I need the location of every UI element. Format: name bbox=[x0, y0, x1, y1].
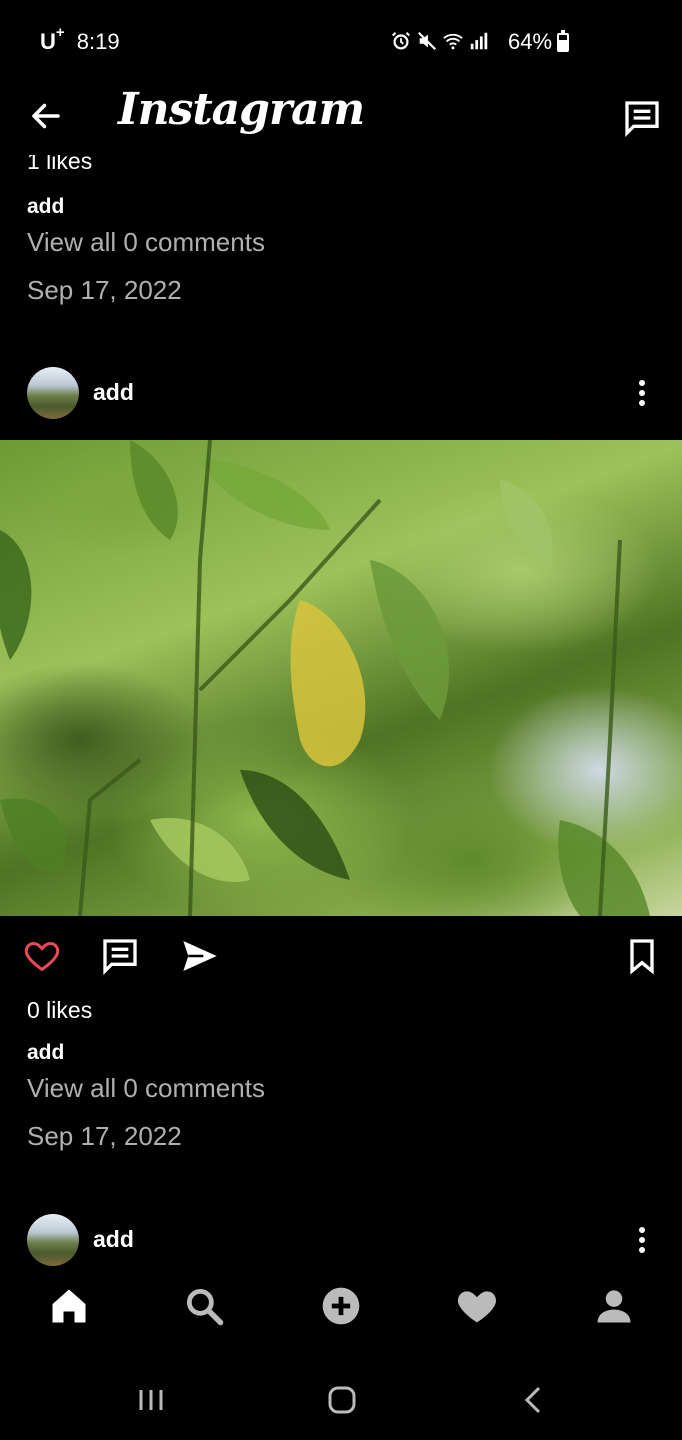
battery-percent: 64% bbox=[508, 29, 553, 54]
nav-search[interactable] bbox=[182, 1284, 226, 1328]
view-comments-link[interactable]: View all 0 comments bbox=[27, 1073, 265, 1104]
caption-username[interactable]: add bbox=[27, 195, 64, 219]
likes-count: 1 likes bbox=[27, 155, 93, 174]
comment-icon bbox=[103, 939, 137, 976]
signal-icon bbox=[468, 30, 490, 52]
mute-icon bbox=[416, 30, 438, 52]
comment-button[interactable] bbox=[100, 936, 140, 976]
app-bar: Instagram bbox=[0, 80, 682, 155]
send-icon bbox=[183, 941, 217, 971]
post-header: add bbox=[0, 1214, 682, 1274]
post-actions bbox=[0, 936, 682, 996]
post-header: add bbox=[0, 367, 682, 427]
more-vertical-icon bbox=[639, 380, 645, 406]
heart-icon bbox=[457, 1291, 497, 1323]
more-options-button[interactable] bbox=[630, 375, 654, 411]
nav-profile[interactable] bbox=[592, 1284, 636, 1328]
home-icon bbox=[52, 1289, 86, 1323]
nav-add[interactable] bbox=[319, 1284, 363, 1328]
alarm-icon bbox=[390, 30, 412, 52]
nav-home[interactable] bbox=[47, 1284, 91, 1328]
view-comments-link[interactable]: View all 0 comments bbox=[27, 227, 265, 258]
system-nav-bar bbox=[0, 1360, 682, 1440]
more-vertical-icon bbox=[639, 1227, 645, 1253]
message-icon bbox=[625, 101, 659, 138]
arrow-left-icon bbox=[32, 103, 60, 129]
more-options-button[interactable] bbox=[630, 1222, 654, 1258]
recents-icon bbox=[139, 1390, 163, 1410]
caption-username[interactable]: add bbox=[27, 1041, 64, 1065]
post-date: Sep 17, 2022 bbox=[27, 1121, 182, 1151]
feed[interactable]: 1 likes add View all 0 comments Sep 17, … bbox=[0, 155, 682, 1280]
add-icon bbox=[322, 1287, 360, 1325]
messages-button[interactable] bbox=[622, 98, 662, 138]
clock: 8:19 bbox=[76, 29, 120, 55]
post-image[interactable] bbox=[0, 440, 682, 916]
wifi-icon bbox=[442, 30, 464, 52]
back-chevron-icon bbox=[524, 1386, 541, 1414]
bottom-nav bbox=[0, 1270, 682, 1340]
nav-activity[interactable] bbox=[455, 1284, 499, 1328]
home-system-button[interactable] bbox=[324, 1382, 360, 1418]
like-button[interactable] bbox=[22, 936, 62, 976]
avatar[interactable] bbox=[27, 1214, 79, 1266]
status-bar: U+ 8:19 64% bbox=[0, 0, 682, 80]
home-circle-icon bbox=[328, 1386, 356, 1414]
post-username[interactable]: add bbox=[93, 379, 134, 406]
share-button[interactable] bbox=[180, 936, 220, 976]
status-icons bbox=[390, 30, 490, 52]
carrier-label: U+ bbox=[40, 24, 65, 55]
post-username[interactable]: add bbox=[93, 1226, 134, 1253]
back-button[interactable] bbox=[28, 98, 64, 134]
save-button[interactable] bbox=[622, 936, 662, 976]
search-icon bbox=[186, 1288, 224, 1326]
bookmark-icon bbox=[630, 939, 654, 975]
leaves-photo bbox=[0, 440, 650, 916]
app-title: Instagram bbox=[118, 84, 365, 135]
battery-icon bbox=[557, 30, 569, 52]
post-date: Sep 17, 2022 bbox=[27, 275, 182, 305]
profile-icon bbox=[597, 1290, 631, 1323]
heart-outline-icon bbox=[24, 941, 60, 972]
avatar[interactable] bbox=[27, 367, 79, 419]
recents-button[interactable] bbox=[133, 1382, 169, 1418]
status-left: U+ 8:19 bbox=[40, 24, 120, 55]
likes-count: 0 likes bbox=[27, 997, 93, 1023]
back-system-button[interactable] bbox=[516, 1382, 552, 1418]
